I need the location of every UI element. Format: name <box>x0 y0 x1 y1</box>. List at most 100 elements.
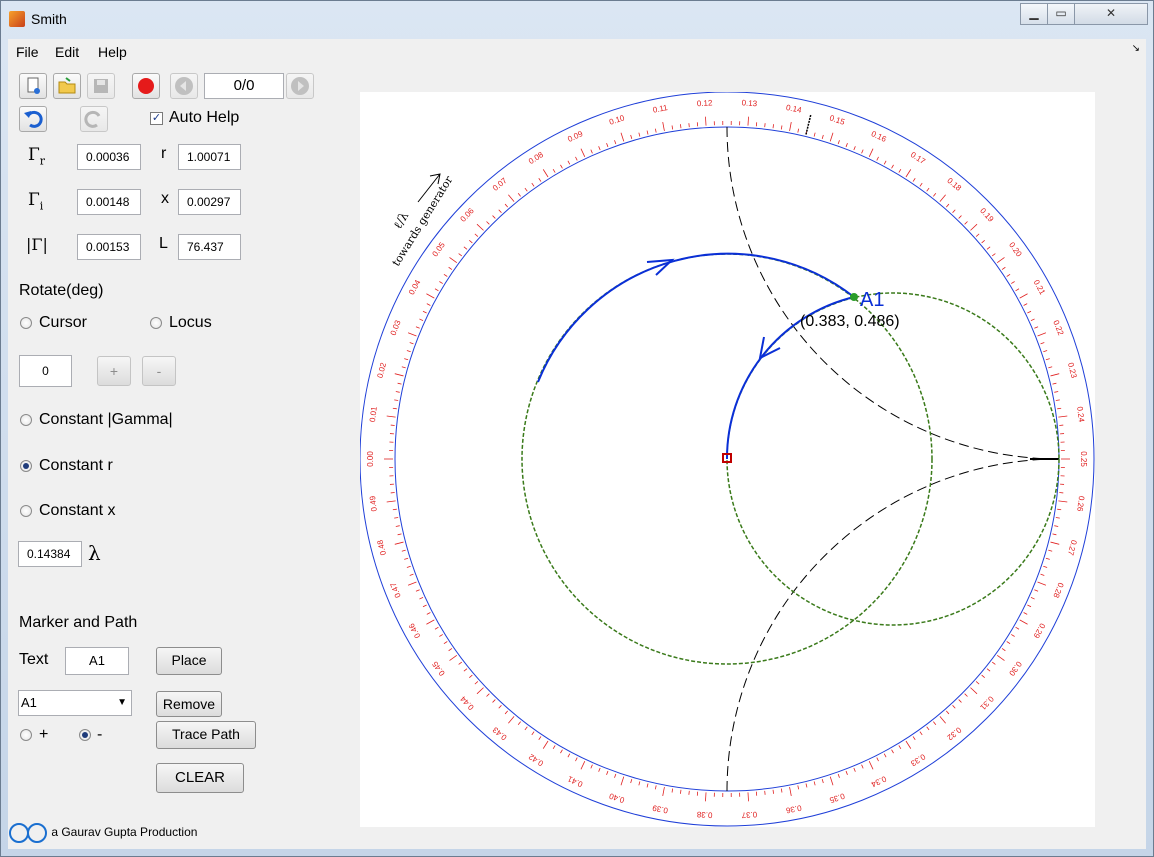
scale-tick <box>426 619 435 625</box>
scale-tick <box>580 761 586 770</box>
scale-tick <box>394 517 399 519</box>
scale-tick <box>386 500 396 503</box>
scale-tick <box>805 783 808 788</box>
constant-gamma-radio[interactable] <box>20 414 32 426</box>
smith-chart[interactable]: 0.00 0.01 0.02 0.03 0.04 0.05 0.06 0.07 0.08 0.09… <box>359 91 1095 827</box>
scale-label: 0.32 <box>945 725 963 742</box>
scale-tick <box>422 310 427 314</box>
smith-chart-area[interactable]: 0.00 0.01 0.02 0.03 0.04 0.05 0.06 0.07 0.08 0.09… <box>359 91 1095 827</box>
scale-tick <box>524 726 528 731</box>
scale-tick <box>1023 612 1028 615</box>
r-label: r <box>161 145 167 162</box>
record-button[interactable] <box>132 73 160 99</box>
scale-label: 0.04 <box>407 278 423 296</box>
scale-tick <box>504 710 509 715</box>
menu-help[interactable]: Help <box>98 44 127 60</box>
scale-label: 0.02 <box>376 361 389 379</box>
L-field[interactable]: 76.437 <box>178 234 241 260</box>
scale-tick <box>797 785 800 790</box>
scale-tick <box>394 399 399 401</box>
rotate-plus-button[interactable]: + <box>97 356 131 386</box>
scale-tick <box>1006 641 1011 645</box>
frame-counter: 0/0 <box>204 73 284 99</box>
scale-tick <box>671 788 674 793</box>
wavelength-input[interactable]: 0.14384 <box>18 541 82 567</box>
path-minus-radio[interactable] <box>79 729 91 741</box>
undo-button[interactable] <box>19 106 47 132</box>
rotate-degrees-input[interactable]: 0 <box>19 355 72 387</box>
L-label: L <box>159 235 168 252</box>
scale-tick <box>986 246 991 250</box>
scale-label: 0.49 <box>368 495 379 512</box>
scale-tick <box>1019 293 1028 299</box>
scale-label: 0.47 <box>388 581 402 599</box>
cursor-radio[interactable] <box>20 317 32 329</box>
maximize-button[interactable]: ▭ <box>1047 3 1075 25</box>
path-plus-radio[interactable] <box>20 729 32 741</box>
scale-tick <box>646 130 649 135</box>
scale-tick <box>443 641 448 645</box>
gamma-r-field[interactable]: 0.00036 <box>77 144 141 170</box>
scale-label: 0.42 <box>527 752 545 768</box>
menu-edit[interactable]: Edit <box>55 44 79 60</box>
close-button[interactable]: ✕ <box>1074 3 1148 25</box>
scale-tick <box>1011 634 1015 637</box>
scale-tick <box>508 716 515 724</box>
scale-tick <box>876 156 879 161</box>
marker-path-heading: Marker and Path <box>19 614 138 631</box>
gamma-i-field[interactable]: 0.00148 <box>77 189 141 215</box>
place-button[interactable]: Place <box>156 647 222 675</box>
save-button[interactable] <box>87 73 115 99</box>
abs-gamma-field[interactable]: 0.00153 <box>77 234 141 260</box>
trace-path-button[interactable]: Trace Path <box>156 721 256 749</box>
scale-tick <box>952 209 956 213</box>
scale-tick <box>837 140 840 145</box>
clear-button[interactable]: CLEAR <box>156 763 244 793</box>
r-field[interactable]: 1.00071 <box>178 144 241 170</box>
menu-file[interactable]: File <box>16 44 39 60</box>
scale-tick <box>883 753 887 758</box>
scale-tick <box>1015 626 1020 630</box>
scale-tick <box>958 699 962 703</box>
constant-r-radio[interactable] <box>20 460 32 472</box>
scale-tick <box>392 407 397 410</box>
scale-tick <box>1034 326 1039 329</box>
new-file-button[interactable] <box>19 73 47 99</box>
scale-tick <box>905 169 912 178</box>
dock-arrow-icon[interactable]: ↘ <box>1132 43 1140 54</box>
scale-tick <box>868 761 874 770</box>
constant-x-radio[interactable] <box>20 505 32 517</box>
scale-label: 0.08 <box>527 150 545 166</box>
scale-tick <box>797 128 800 133</box>
scale-tick <box>926 187 930 192</box>
locus-radio[interactable] <box>150 317 162 329</box>
open-button[interactable] <box>53 73 81 99</box>
marker-select[interactable]: A1 ▼ <box>18 690 132 716</box>
constant-x-label: Constant x <box>39 502 116 519</box>
scale-tick <box>1045 358 1050 361</box>
marker-text-input[interactable]: A1 <box>65 647 129 675</box>
scale-tick <box>1040 573 1045 576</box>
remove-button[interactable]: Remove <box>156 691 222 717</box>
x-field[interactable]: 0.00297 <box>178 189 241 215</box>
scale-label: 0.37 <box>741 810 758 820</box>
minimize-button[interactable]: ▁ <box>1020 3 1048 25</box>
scale-tick <box>426 303 431 306</box>
marker-label-a1: A1 <box>860 289 884 311</box>
scale-tick <box>654 128 657 133</box>
previous-button[interactable] <box>170 73 198 99</box>
scale-tick <box>498 705 502 709</box>
infinity-logo-icon <box>9 823 47 843</box>
scale-tick <box>939 716 946 724</box>
scale-tick <box>486 221 490 225</box>
auto-help-checkbox[interactable]: ✓ <box>150 112 163 125</box>
rotate-minus-button[interactable]: - <box>142 356 176 386</box>
next-button[interactable] <box>286 73 314 99</box>
scale-tick <box>517 721 521 726</box>
scale-label: 0.18 <box>945 176 963 193</box>
lambda-symbol: λ <box>88 541 101 565</box>
redo-button[interactable] <box>80 106 108 132</box>
scale-tick <box>912 736 916 740</box>
scale-tick <box>560 164 563 169</box>
scale-label: 0.43 <box>491 725 509 742</box>
